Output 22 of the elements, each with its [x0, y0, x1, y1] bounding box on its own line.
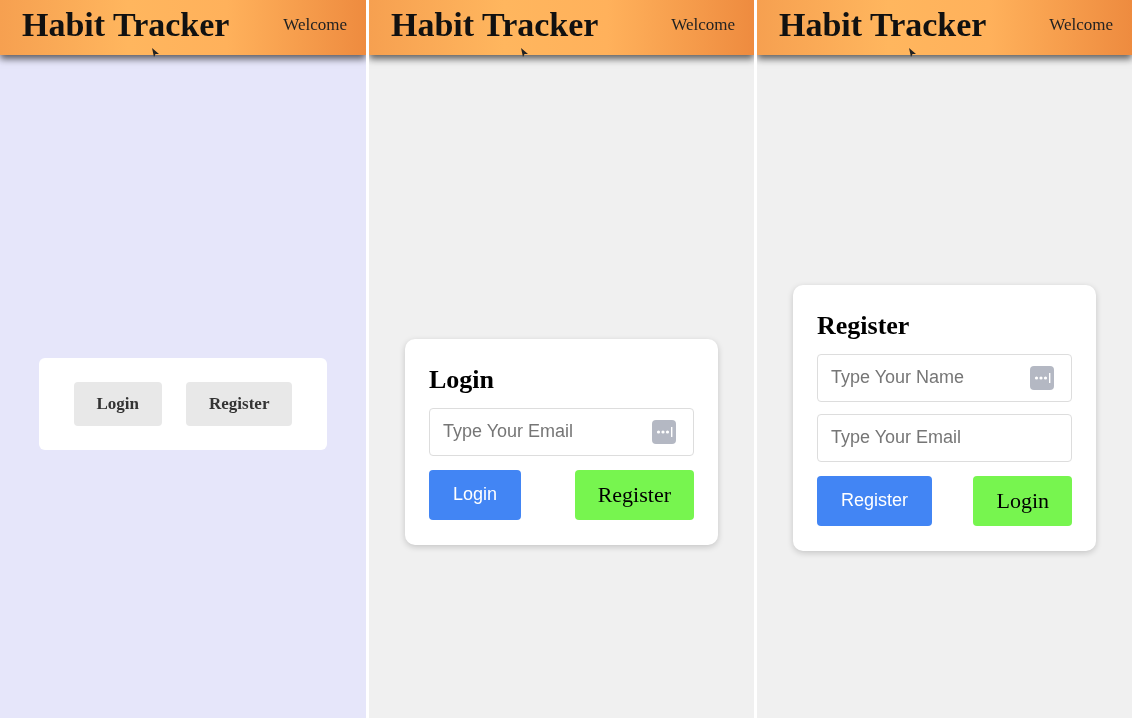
- input-field[interactable]: Type Your Name: [817, 353, 1072, 402]
- form-title: Register: [817, 309, 911, 342]
- welcome-text: Welcome: [1049, 14, 1113, 35]
- app-title: Habit Tracker: [779, 5, 987, 44]
- welcome-text: Welcome: [283, 14, 347, 35]
- cursor-icon: [909, 48, 916, 57]
- form-title: Login: [429, 363, 496, 396]
- cursor-icon: [521, 48, 528, 57]
- menu-button[interactable]: Login: [73, 381, 163, 426]
- secondary-button[interactable]: Register: [574, 469, 694, 520]
- input-field[interactable]: Type Your Email: [429, 407, 694, 456]
- app-title: Habit Tracker: [22, 5, 230, 44]
- welcome-text: Welcome: [671, 14, 735, 35]
- primary-button[interactable]: Login: [429, 469, 522, 520]
- app-title: Habit Tracker: [391, 5, 599, 44]
- cursor-icon: [152, 48, 159, 57]
- primary-button[interactable]: Register: [817, 475, 933, 526]
- input-field[interactable]: Type Your Email: [817, 413, 1072, 462]
- dots-icon[interactable]: [1030, 365, 1054, 390]
- secondary-button[interactable]: Login: [973, 475, 1072, 526]
- dots-icon[interactable]: [652, 419, 676, 444]
- menu-button[interactable]: Register: [186, 381, 293, 426]
